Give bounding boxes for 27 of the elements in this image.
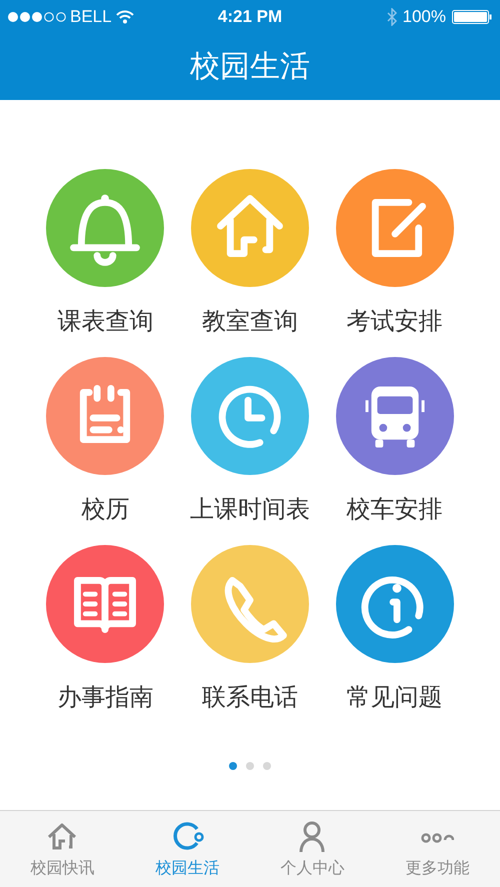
battery-percent: 100% <box>402 6 446 28</box>
app-label[interactable]: 校车安排 <box>346 492 443 528</box>
more-icon <box>421 832 454 842</box>
notepad-icon[interactable] <box>46 357 164 475</box>
app-label[interactable]: 办事指南 <box>57 680 154 716</box>
bell-icon[interactable] <box>46 169 164 287</box>
edit-icon[interactable] <box>336 169 454 287</box>
bluetooth-icon <box>386 8 397 26</box>
book-icon[interactable] <box>46 545 164 663</box>
info-icon[interactable] <box>336 545 454 663</box>
signal-icon <box>8 10 66 22</box>
status-time: 4:21 PM <box>218 6 282 28</box>
app-label[interactable]: 常见问题 <box>346 680 443 716</box>
page-title: 校园生活 <box>190 49 310 85</box>
house-icon[interactable] <box>190 169 309 287</box>
carrier-name: BELL <box>70 6 112 28</box>
phone-icon[interactable] <box>190 545 309 663</box>
app-label[interactable]: 校历 <box>81 492 130 528</box>
app-label[interactable]: 考试安排 <box>346 304 443 340</box>
app-label[interactable]: 教室查询 <box>202 304 298 340</box>
bus-icon[interactable] <box>336 357 454 475</box>
clock-icon[interactable] <box>190 357 309 475</box>
app-label[interactable]: 课表查询 <box>57 304 154 340</box>
battery-icon <box>452 10 492 24</box>
app-label[interactable]: 上课时间表 <box>190 492 310 528</box>
wifi-icon <box>116 10 134 24</box>
app-label[interactable]: 联系电话 <box>202 680 298 716</box>
